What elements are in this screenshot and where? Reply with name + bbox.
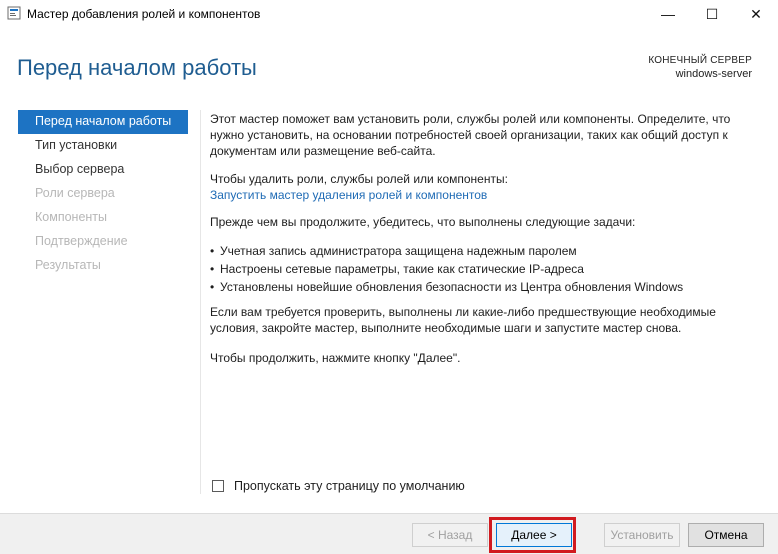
bullet-icon: • [210,280,215,294]
skip-page-checkbox[interactable] [212,480,224,492]
list-item: • Установлены новейшие обновления безопас… [210,280,684,294]
skip-page-option[interactable]: Пропускать эту страницу по умолчанию [212,479,465,493]
nav-item-installation-type[interactable]: Тип установки [18,134,188,158]
nav-item-server-roles: Роли сервера [35,186,115,200]
nav-item-results: Результаты [35,258,101,272]
close-button[interactable]: ✕ [734,0,778,28]
title-bar: Мастер добавления ролей и компонентов — … [0,0,778,28]
page-title: Перед началом работы [17,55,257,80]
minimize-button[interactable]: — [646,0,690,28]
list-item: • Настроены сетевые параметры, такие как … [210,262,584,276]
verify-note-text: Если вам требуется проверить, выполнены … [210,305,716,335]
prerequisites-list: • Учетная запись администратора защищена … [210,243,683,297]
app-icon [7,6,21,20]
install-button: Установить [604,523,680,547]
intro-text: Этот мастер поможет вам установить роли,… [210,112,731,158]
previous-button: < Назад [412,523,488,547]
wizard-nav: Перед началом работы Тип установки Выбор… [18,110,188,278]
bullet-icon: • [210,262,215,276]
next-button-highlight [489,517,576,553]
destination-server-name: windows-server [675,68,752,80]
prerequisites-text: Прежде чем вы продолжите, убедитесь, что… [210,215,636,229]
maximize-button[interactable]: ☐ [690,0,734,28]
nav-item-features: Компоненты [35,210,108,224]
nav-item-server-selection[interactable]: Выбор сервера [18,158,188,182]
window-title: Мастер добавления ролей и компонентов [27,7,261,21]
remove-roles-link[interactable]: Запустить мастер удаления ролей и компон… [210,187,487,203]
nav-item-before-you-begin[interactable]: Перед началом работы [18,110,188,134]
bullet-icon: • [210,244,215,258]
continue-note-text: Чтобы продолжить, нажмите кнопку "Далее"… [210,351,461,365]
content-divider [200,110,201,494]
close-icon: ✕ [750,5,762,22]
maximize-icon: ☐ [705,5,719,22]
minimize-icon: — [661,6,675,22]
list-item: • Учетная запись администратора защищена … [210,244,577,258]
destination-server-label: КОНЕЧНЫЙ СЕРВЕР [648,55,752,66]
nav-item-confirmation: Подтверждение [35,234,128,248]
cancel-button[interactable]: Отмена [688,523,764,547]
skip-page-label: Пропускать эту страницу по умолчанию [234,479,465,493]
remove-prompt-text: Чтобы удалить роли, службы ролей или ком… [210,172,508,186]
